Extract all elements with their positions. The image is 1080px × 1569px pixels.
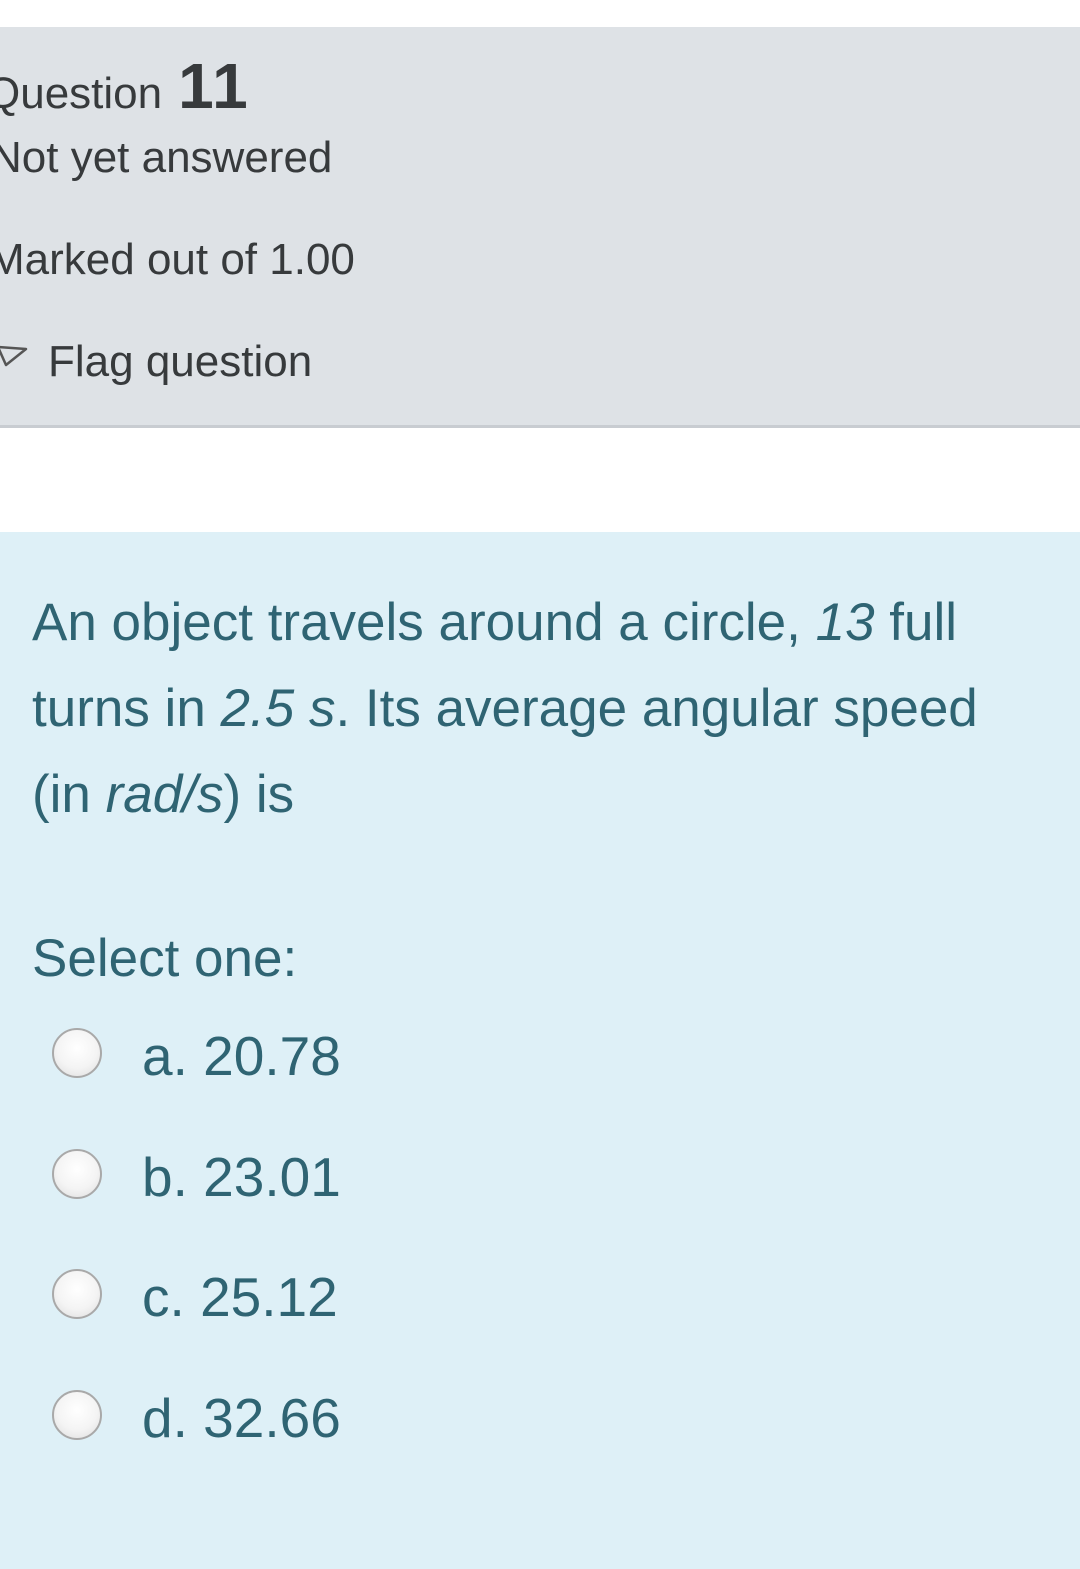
answer-option-b[interactable]: b. 23.01 (0, 1145, 700, 1245)
flag-outline-icon (0, 345, 28, 367)
option-value: 32.66 (203, 1387, 341, 1449)
answer-option-a[interactable]: a. 20.78 (0, 1024, 700, 1124)
option-value: 20.78 (203, 1025, 341, 1087)
answer-option-c[interactable]: c. 25.12 (0, 1265, 700, 1365)
question-grade: Marked out of 1.00 (0, 235, 355, 284)
radio-button[interactable] (52, 1390, 102, 1440)
option-letter: a. (142, 1025, 188, 1087)
turns-value: 13 (815, 593, 875, 652)
option-value: 25.12 (200, 1266, 338, 1328)
question-text: An object travels around a circle, 13 fu… (32, 580, 1022, 838)
time-unit: s (308, 679, 336, 738)
question-content-panel: An object travels around a circle, 13 fu… (0, 532, 1080, 1569)
option-label: d. 32.66 (142, 1386, 341, 1450)
select-one-prompt: Select one: (32, 929, 298, 988)
question-info-panel: Question 11 Not yet answered Marked out o… (0, 27, 1080, 428)
question-heading: Question 11 (0, 49, 250, 123)
answer-option-d[interactable]: d. 32.66 (0, 1386, 700, 1486)
option-label: c. 25.12 (142, 1265, 338, 1329)
option-letter: d. (142, 1387, 188, 1449)
question-text-part: An object travels around a circle, (32, 593, 816, 652)
time-value: 2.5 (220, 679, 295, 738)
radio-button[interactable] (52, 1028, 102, 1078)
speed-unit: rad/s (105, 765, 224, 824)
option-label: a. 20.78 (142, 1024, 341, 1088)
question-label: Question (0, 69, 163, 118)
question-number: 11 (178, 50, 250, 122)
question-state: Not yet answered (0, 133, 333, 182)
option-letter: b. (142, 1146, 188, 1208)
option-value: 23.01 (203, 1146, 341, 1208)
option-label: b. 23.01 (142, 1145, 341, 1209)
flag-question-label: Flag question (48, 337, 313, 386)
question-text-part: ) is (223, 765, 295, 824)
option-letter: c. (142, 1266, 185, 1328)
question-text-space (294, 679, 309, 738)
radio-button[interactable] (52, 1149, 102, 1199)
radio-button[interactable] (52, 1269, 102, 1319)
